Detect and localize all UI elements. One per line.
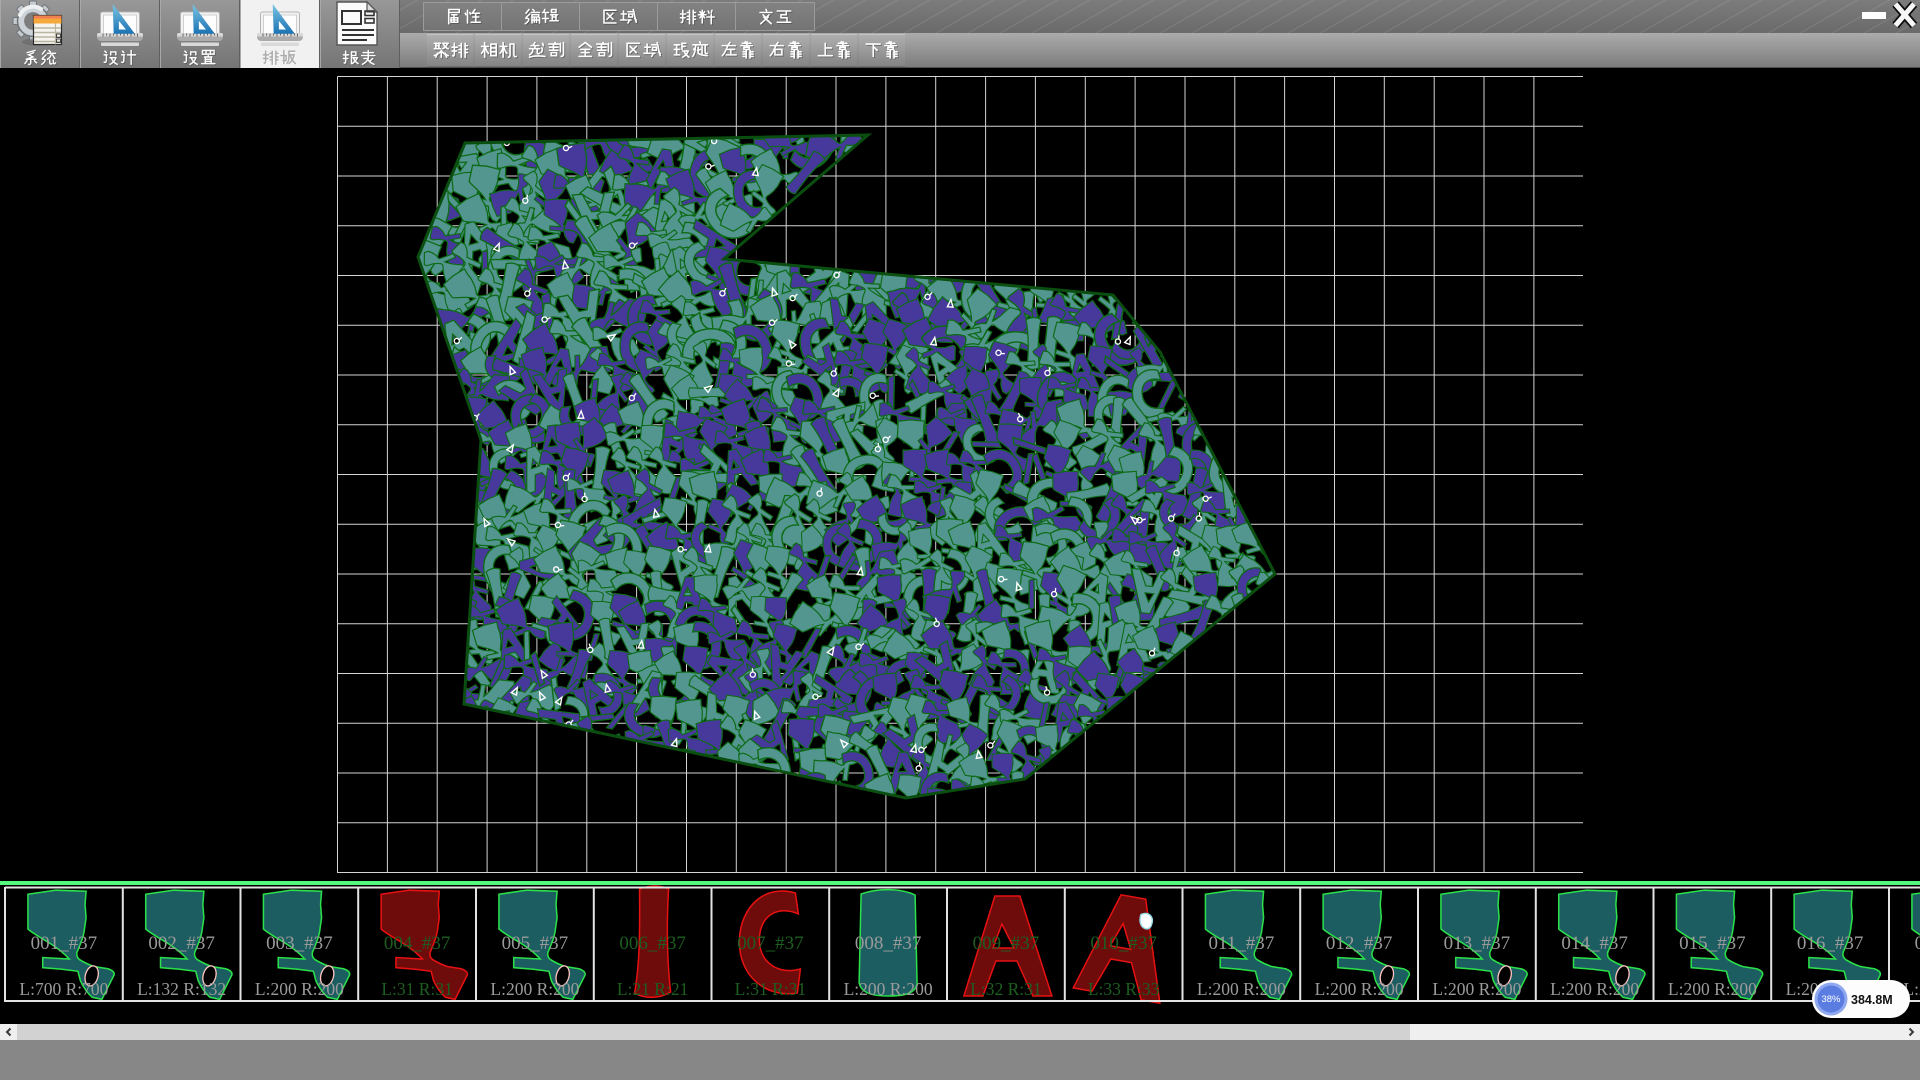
svg-text:012_#37: 012_#37 bbox=[1326, 933, 1393, 954]
svg-text:016_#37: 016_#37 bbox=[1797, 933, 1864, 954]
svg-text:384.8M: 384.8M bbox=[1851, 993, 1893, 1007]
svg-text:003_#37: 003_#37 bbox=[266, 933, 333, 954]
svg-text:009_#37: 009_#37 bbox=[973, 933, 1040, 954]
svg-text:014_#37: 014_#37 bbox=[1561, 933, 1628, 954]
svg-text:L:200 R:200: L:200 R:200 bbox=[255, 979, 344, 999]
svg-text:006_#37: 006_#37 bbox=[619, 933, 686, 954]
svg-text:L:200 R:200: L:200 R:200 bbox=[1197, 979, 1286, 999]
svg-text:L:200 R:200: L:200 R:200 bbox=[844, 979, 933, 999]
svg-text:L:200 R:200: L:200 R:200 bbox=[1668, 979, 1757, 999]
svg-text:L:31 R:31: L:31 R:31 bbox=[381, 979, 452, 999]
svg-text:001_#37: 001_#37 bbox=[31, 933, 98, 954]
svg-text:004_#37: 004_#37 bbox=[384, 933, 451, 954]
svg-text:L:200 R:200: L:200 R:200 bbox=[490, 979, 579, 999]
svg-text:L:31 R:31: L:31 R:31 bbox=[735, 979, 806, 999]
svg-text:017_#37: 017_#37 bbox=[1915, 933, 1920, 954]
svg-text:L:200 R:200: L:200 R:200 bbox=[1550, 979, 1639, 999]
svg-text:38%: 38% bbox=[1821, 994, 1841, 1005]
svg-text:005_#37: 005_#37 bbox=[502, 933, 569, 954]
svg-text:L:200 R:200: L:200 R:200 bbox=[1315, 979, 1404, 999]
svg-text:L:33 R:33: L:33 R:33 bbox=[1088, 979, 1160, 999]
svg-text:011_#37: 011_#37 bbox=[1209, 933, 1275, 954]
svg-text:007_#37: 007_#37 bbox=[737, 933, 804, 954]
svg-text:L:132 R:132: L:132 R:132 bbox=[137, 979, 226, 999]
svg-text:013_#37: 013_#37 bbox=[1444, 933, 1511, 954]
svg-text:002_#37: 002_#37 bbox=[148, 933, 215, 954]
svg-text:008_#37: 008_#37 bbox=[855, 933, 922, 954]
svg-text:015_#37: 015_#37 bbox=[1679, 933, 1746, 954]
svg-text:L:200 R:200: L:200 R:200 bbox=[1432, 979, 1521, 999]
svg-text:L:32 R:31: L:32 R:31 bbox=[970, 979, 1041, 999]
svg-text:L:700 R:700: L:700 R:700 bbox=[19, 979, 108, 999]
svg-text:010_#37: 010_#37 bbox=[1090, 933, 1157, 954]
svg-text:L:21 R:21: L:21 R:21 bbox=[617, 979, 688, 999]
